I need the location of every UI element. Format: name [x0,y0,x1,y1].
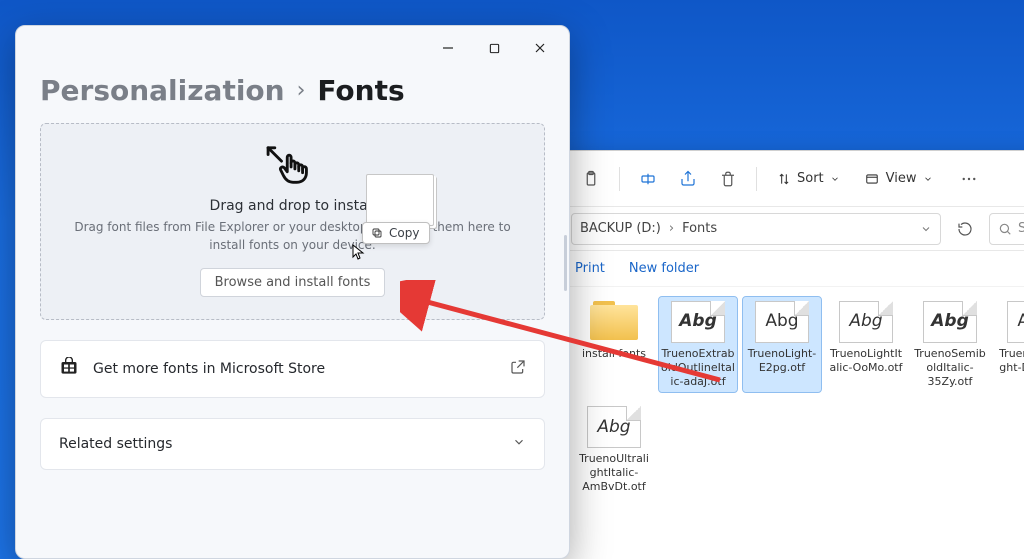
related-settings-card[interactable]: Related settings [40,418,545,470]
paste-icon[interactable] [573,161,609,197]
file-explorer-window: Sort View BACKUP (D:) › Fonts Search Fon… [560,150,1024,559]
rename-icon[interactable] [630,161,666,197]
view-label: View [886,171,917,186]
file-label: TruenoExtraboldOutlineItalic-adaJ.otf [661,347,735,388]
chevron-down-icon [830,174,840,184]
chevron-down-icon [512,435,526,453]
search-input[interactable]: Search Fonts [989,213,1024,245]
file-label: TruenoUltralightItalic-AmBvDt.otf [577,452,651,493]
file-label: TruenoSemiboldItalic-35Zy.otf [913,347,987,388]
get-fonts-store-card[interactable]: Get more fonts in Microsoft Store [40,340,545,398]
search-icon [998,222,1012,236]
breadcrumb-segment[interactable]: Fonts [682,221,717,236]
chevron-down-icon[interactable] [920,223,932,235]
related-settings-label: Related settings [59,436,172,452]
font-file-item[interactable]: Abg TruenoLight-E2pg.otf [743,297,821,392]
sort-button[interactable]: Sort [767,161,850,197]
font-file-icon: Abg [755,301,809,343]
file-label: install fonts [582,347,646,361]
explorer-address-row: BACKUP (D:) › Fonts Search Fonts [561,207,1024,251]
maximize-button[interactable] [471,32,517,64]
font-file-icon: Abg [671,301,725,343]
folder-icon [587,301,641,343]
dropzone-subtitle: Drag font files from File Explorer or yo… [61,218,524,254]
chevron-right-icon: › [297,78,306,103]
breadcrumb-current: Fonts [317,74,404,107]
font-file-icon: Abg [587,406,641,448]
chevron-down-icon [923,174,933,184]
font-file-item[interactable]: Abg TruenoUltralight-DKax.otf [995,297,1024,392]
font-drop-zone[interactable]: Drag and drop to install Drag font files… [40,123,545,320]
breadcrumb-segment[interactable]: BACKUP (D:) [580,221,661,236]
address-bar[interactable]: BACKUP (D:) › Fonts [571,213,941,245]
new-folder-command[interactable]: New folder [629,261,699,276]
file-label: TruenoLightItalic-OoMo.otf [829,347,903,375]
drop-hand-icon [61,142,524,192]
folder-item[interactable]: install fonts [575,297,653,392]
delete-icon[interactable] [710,161,746,197]
breadcrumb: Personalization › Fonts [40,70,545,123]
chevron-right-icon: › [667,221,676,236]
minimize-button[interactable] [425,32,471,64]
font-file-item[interactable]: AbgTruenoExtraboldOutlineItalic-adaJ.otf [659,297,737,392]
scrollbar[interactable] [564,235,567,291]
explorer-body: install fontsAbgTruenoExtraboldOutlineIt… [561,287,1024,559]
font-file-item[interactable]: Abg TruenoLightItalic-OoMo.otf [827,297,905,392]
sort-label: Sort [797,171,824,186]
view-button[interactable]: View [854,161,943,197]
share-icon[interactable] [670,161,706,197]
close-button[interactable] [517,32,563,64]
font-file-icon: Abg [923,301,977,343]
store-card-label: Get more fonts in Microsoft Store [93,361,325,377]
font-file-icon: Abg [839,301,893,343]
font-file-item[interactable]: AbgTruenoSemiboldItalic-35Zy.otf [911,297,989,392]
explorer-toolbar: Sort View [561,151,1024,207]
font-file-item[interactable]: AbgTruenoUltralightItalic-AmBvDt.otf [575,402,653,497]
store-icon [59,357,79,381]
explorer-command-bar: Print New folder [561,251,1024,287]
search-placeholder: Search Fonts [1018,221,1024,236]
font-file-icon: Abg [1007,301,1024,343]
file-label: TruenoLight-E2pg.otf [745,347,819,375]
dropzone-title: Drag and drop to install [61,198,524,214]
settings-titlebar [16,26,569,70]
more-icon[interactable] [951,161,987,197]
browse-fonts-button[interactable]: Browse and install fonts [200,268,386,297]
file-grid: install fontsAbgTruenoExtraboldOutlineIt… [575,297,1024,498]
refresh-icon[interactable] [949,213,981,245]
open-external-icon [510,359,526,379]
file-label: TruenoUltralight-DKax.otf [997,347,1024,375]
settings-window: Personalization › Fonts Drag and drop to… [15,25,570,559]
breadcrumb-parent[interactable]: Personalization [40,74,285,107]
print-command[interactable]: Print [575,261,605,276]
